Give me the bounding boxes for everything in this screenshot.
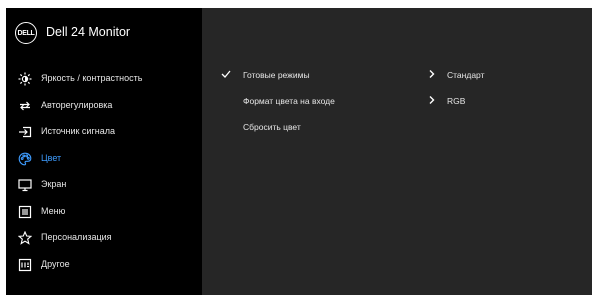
- dell-logo: DELL: [15, 22, 37, 44]
- menu-icon: [18, 205, 32, 219]
- preset-modes-label: Готовые режимы: [243, 70, 310, 80]
- input-color-format-label: Формат цвета на входе: [243, 96, 335, 106]
- sidebar-item-other[interactable]: Другое: [6, 252, 202, 279]
- sidebar-item-auto-adjust[interactable]: Авторегулировка: [6, 93, 202, 120]
- osd-header: DELL Dell 24 Monitor: [6, 8, 202, 56]
- reset-color-row[interactable]: Сбросить цвет: [202, 121, 592, 141]
- chevron-right-icon: [428, 69, 436, 81]
- sidebar-item-label: Персонализация: [41, 232, 112, 242]
- sidebar-item-label: Авторегулировка: [41, 99, 113, 110]
- sidebar-item-label: Цвет: [41, 152, 62, 163]
- chevron-right-icon: [428, 95, 436, 107]
- star-icon: [18, 231, 32, 245]
- auto-adjust-icon: [18, 99, 32, 113]
- color-settings-panel: Готовые режимы Стандарт Формат цвета на …: [202, 8, 592, 295]
- sidebar: DELL Dell 24 Monitor Яркость / контрастн…: [6, 8, 202, 295]
- brightness-icon: [18, 72, 32, 86]
- sidebar-item-label: Источник сигнала: [41, 126, 115, 136]
- sidebar-item-input-source[interactable]: Источник сигнала: [6, 119, 202, 146]
- color-palette-icon: [18, 152, 32, 166]
- monitor-title: Dell 24 Monitor: [46, 25, 131, 39]
- sidebar-item-label: Другое: [41, 258, 70, 269]
- sidebar-menu: Яркость / контрастность Авторегулировка …: [6, 66, 202, 278]
- sidebar-item-color[interactable]: Цвет: [6, 146, 202, 173]
- input-color-format-value: RGB: [447, 96, 466, 106]
- display-icon: [18, 178, 32, 192]
- check-icon: [221, 69, 231, 81]
- sidebar-item-menu[interactable]: Меню: [6, 199, 202, 226]
- reset-color-label: Сбросить цвет: [243, 122, 301, 132]
- other-icon: [18, 258, 32, 272]
- sidebar-item-label: Меню: [41, 205, 66, 216]
- sidebar-item-personalize[interactable]: Персонализация: [6, 225, 202, 252]
- sidebar-item-label: Яркость / контрастность: [41, 73, 143, 83]
- input-color-format-row[interactable]: Формат цвета на входе RGB: [202, 95, 592, 115]
- sidebar-item-label: Экран: [41, 179, 67, 189]
- monitor-osd: DELL Dell 24 Monitor Яркость / контрастн…: [6, 8, 592, 295]
- preset-modes-value: Стандарт: [447, 70, 485, 80]
- sidebar-item-display[interactable]: Экран: [6, 172, 202, 199]
- preset-modes-row[interactable]: Готовые режимы Стандарт: [202, 69, 592, 89]
- sidebar-item-brightness-contrast[interactable]: Яркость / контрастность: [6, 66, 202, 93]
- input-source-icon: [18, 125, 32, 139]
